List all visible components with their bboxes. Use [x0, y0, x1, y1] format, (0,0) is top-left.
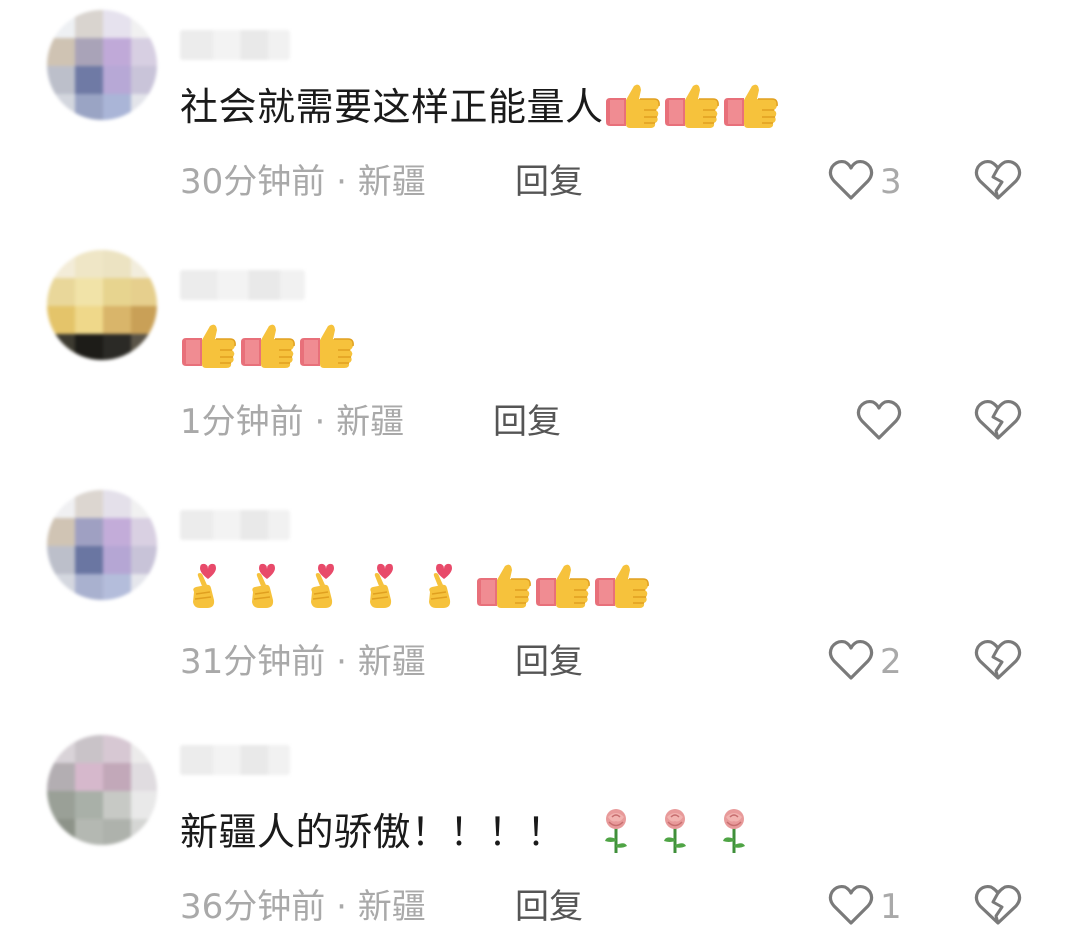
comment-text — [180, 562, 652, 612]
heart-outline-icon — [828, 883, 874, 931]
thumbs-up-emoji — [298, 322, 356, 370]
like-count: 3 — [880, 162, 902, 202]
location: 新疆 — [357, 887, 426, 927]
comment-meta: 1分钟前 · 新疆 — [180, 400, 404, 444]
dislike-button[interactable] — [974, 158, 1022, 206]
thumbs-up-emoji — [663, 82, 721, 130]
like-button[interactable]: 1 — [828, 883, 902, 931]
thumbs-up-emoji — [239, 322, 297, 370]
reply-button[interactable]: 回复 — [515, 640, 583, 684]
broken-heart-icon — [974, 639, 1022, 686]
dislike-button[interactable] — [974, 398, 1022, 446]
broken-heart-icon — [974, 399, 1022, 446]
rose-emoji — [587, 807, 645, 855]
heart-hands-emoji — [298, 562, 356, 610]
location: 新疆 — [336, 402, 405, 442]
separator-dot: · — [336, 162, 347, 202]
comment-meta: 31分钟前 · 新疆 — [180, 640, 426, 684]
emoji-list — [180, 562, 652, 610]
like-count: 2 — [880, 642, 902, 682]
avatar[interactable] — [47, 490, 157, 600]
separator-dot: · — [314, 402, 326, 442]
emoji-list — [587, 807, 764, 855]
comment-text: 新疆人的骄傲！！！！ — [180, 807, 764, 857]
comment-meta: 36分钟前 · 新疆 — [180, 885, 426, 929]
thumbs-up-emoji — [475, 562, 533, 610]
dislike-button[interactable] — [974, 883, 1022, 931]
avatar[interactable] — [47, 735, 157, 845]
like-count: 1 — [880, 887, 902, 927]
comment-text-content: 新疆人的骄傲！！！！ — [180, 810, 566, 854]
thumbs-up-emoji — [593, 562, 651, 610]
username[interactable] — [180, 30, 290, 60]
rose-emoji — [705, 807, 763, 855]
location: 新疆 — [357, 162, 426, 202]
heart-hands-emoji — [239, 562, 297, 610]
thumbs-up-emoji — [180, 322, 238, 370]
avatar[interactable] — [47, 10, 157, 120]
username[interactable] — [180, 510, 290, 540]
like-button[interactable]: 2 — [828, 638, 902, 686]
thumbs-up-emoji — [534, 562, 592, 610]
timestamp: 30分钟前 — [180, 162, 326, 202]
thumbs-up-emoji — [604, 82, 662, 130]
timestamp: 31分钟前 — [180, 642, 326, 682]
separator-dot: · — [336, 642, 347, 682]
reply-button[interactable]: 回复 — [515, 885, 583, 929]
heart-hands-emoji — [416, 562, 474, 610]
comment-text: 社会就需要这样正能量人 — [180, 82, 781, 132]
heart-outline-icon — [828, 638, 874, 686]
heart-hands-emoji — [180, 562, 238, 610]
heart-hands-emoji — [357, 562, 415, 610]
broken-heart-icon — [974, 884, 1022, 931]
timestamp: 1分钟前 — [180, 402, 304, 442]
emoji-list — [180, 322, 357, 370]
location: 新疆 — [357, 642, 426, 682]
heart-outline-icon — [828, 158, 874, 206]
thumbs-up-emoji — [722, 82, 780, 130]
reply-button[interactable]: 回复 — [493, 400, 561, 444]
like-button[interactable]: 3 — [828, 158, 902, 206]
comment-meta: 30分钟前 · 新疆 — [180, 160, 426, 204]
like-button[interactable] — [856, 398, 908, 446]
username[interactable] — [180, 270, 305, 300]
rose-emoji — [646, 807, 704, 855]
separator-dot: · — [336, 887, 347, 927]
timestamp: 36分钟前 — [180, 887, 326, 927]
heart-outline-icon — [856, 398, 902, 446]
comment-text — [180, 322, 357, 372]
emoji-list — [604, 82, 781, 130]
avatar[interactable] — [47, 250, 157, 360]
broken-heart-icon — [974, 159, 1022, 206]
comment-text-content: 社会就需要这样正能量人 — [180, 85, 604, 129]
dislike-button[interactable] — [974, 638, 1022, 686]
reply-button[interactable]: 回复 — [515, 160, 583, 204]
username[interactable] — [180, 745, 290, 775]
